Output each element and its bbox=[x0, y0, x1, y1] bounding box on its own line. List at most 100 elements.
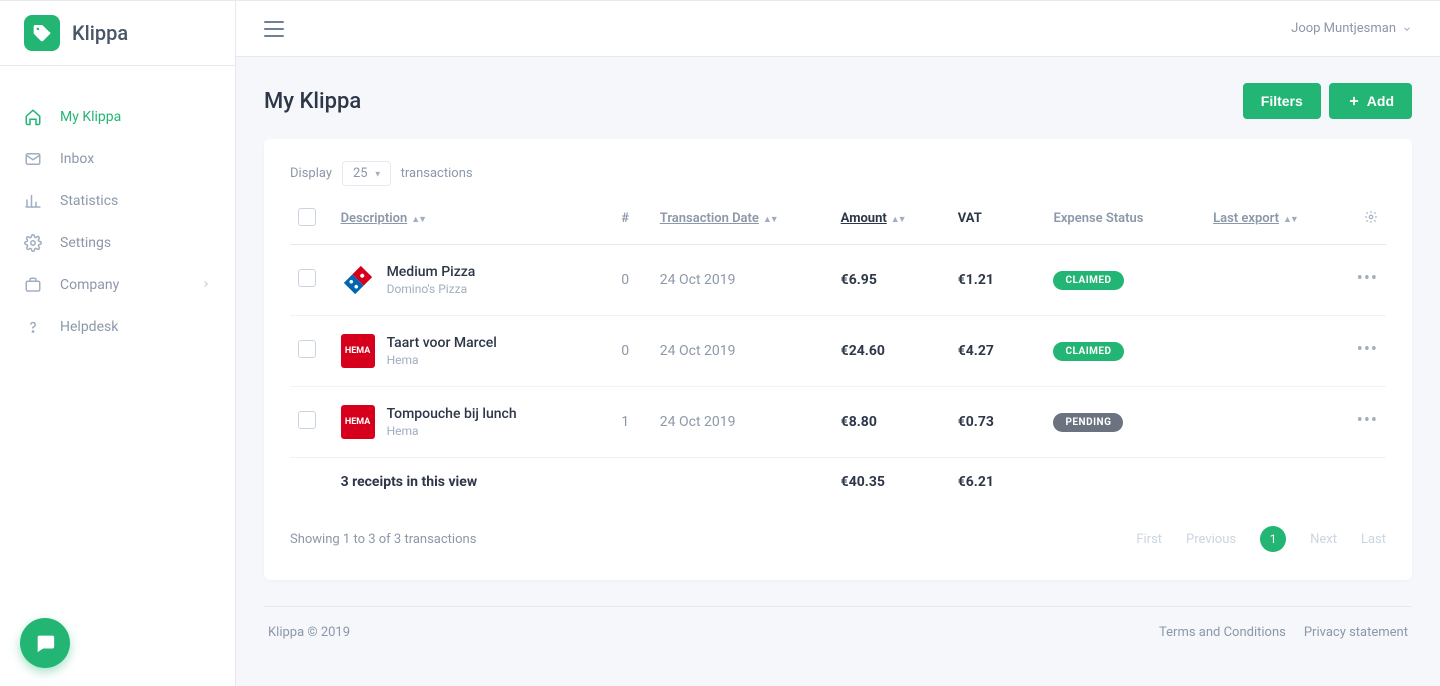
row-title: Taart voor Marcel bbox=[387, 335, 497, 351]
transactions-table: Description▲▼ # Transaction Date▲▼ Amoun… bbox=[290, 200, 1386, 508]
sidebar-item-settings[interactable]: Settings bbox=[0, 222, 235, 264]
row-vat: €1.21 bbox=[950, 245, 1046, 316]
page-last[interactable]: Last bbox=[1361, 532, 1386, 547]
page-next[interactable]: Next bbox=[1310, 532, 1337, 547]
sort-icon: ▲▼ bbox=[411, 214, 425, 225]
col-header-amount[interactable]: Amount▲▼ bbox=[833, 200, 950, 245]
row-date: 24 Oct 2019 bbox=[652, 387, 833, 458]
row-amount: €8.80 bbox=[833, 387, 950, 458]
status-badge: PENDING bbox=[1053, 413, 1123, 432]
sidebar-item-label: Settings bbox=[60, 235, 211, 251]
add-button[interactable]: Add bbox=[1329, 83, 1412, 119]
brand[interactable]: Klippa bbox=[0, 1, 235, 66]
logo-icon bbox=[24, 15, 60, 51]
user-menu[interactable]: Joop Muntjesman bbox=[1291, 21, 1412, 36]
summary-label: 3 receipts in this view bbox=[333, 458, 599, 509]
row-subtitle: Hema bbox=[387, 353, 497, 367]
row-checkbox[interactable] bbox=[298, 411, 316, 429]
row-checkbox[interactable] bbox=[298, 269, 316, 287]
sidebar-item-helpdesk[interactable]: Helpdesk bbox=[0, 306, 235, 348]
page-first[interactable]: First bbox=[1136, 532, 1162, 547]
chevron-right-icon bbox=[201, 277, 211, 293]
col-header-hash: # bbox=[599, 200, 652, 245]
row-actions-menu[interactable]: ••• bbox=[1357, 339, 1378, 360]
terms-link[interactable]: Terms and Conditions bbox=[1159, 625, 1286, 640]
row-subtitle: Hema bbox=[387, 424, 517, 438]
sidebar-item-inbox[interactable]: Inbox bbox=[0, 138, 235, 180]
status-badge: CLAIMED bbox=[1053, 342, 1123, 361]
sort-icon: ▲▼ bbox=[763, 214, 777, 225]
col-header-vat: VAT bbox=[950, 200, 1046, 245]
user-name: Joop Muntjesman bbox=[1291, 21, 1396, 36]
row-actions-menu[interactable]: ••• bbox=[1357, 268, 1378, 289]
plus-icon bbox=[1347, 94, 1361, 108]
home-icon bbox=[24, 108, 42, 126]
row-checkbox[interactable] bbox=[298, 340, 316, 358]
select-all-checkbox[interactable] bbox=[298, 208, 316, 226]
row-subtitle: Domino's Pizza bbox=[387, 282, 476, 296]
sidebar-item-label: Company bbox=[60, 277, 183, 293]
row-amount: €6.95 bbox=[833, 245, 950, 316]
row-vat: €0.73 bbox=[950, 387, 1046, 458]
table-row[interactable]: HEMATaart voor MarcelHema024 Oct 2019€24… bbox=[290, 316, 1386, 387]
sort-icon: ▲▼ bbox=[1283, 214, 1297, 225]
row-hash: 0 bbox=[599, 316, 652, 387]
chevron-down-icon bbox=[1402, 24, 1412, 34]
page-number[interactable]: 1 bbox=[1260, 526, 1286, 552]
sidebar-item-label: My Klippa bbox=[60, 109, 211, 125]
table-row[interactable]: HEMATompouche bij lunchHema124 Oct 2019€… bbox=[290, 387, 1386, 458]
col-header-last-export[interactable]: Last export▲▼ bbox=[1205, 200, 1343, 245]
footer: Klippa © 2019 Terms and Conditions Priva… bbox=[264, 606, 1412, 658]
vendor-logo: HEMA bbox=[341, 405, 375, 439]
sidebar-item-my-klippa[interactable]: My Klippa bbox=[0, 96, 235, 138]
status-badge: CLAIMED bbox=[1053, 271, 1123, 290]
sort-icon: ▲▼ bbox=[891, 214, 905, 225]
nav: My Klippa Inbox Statistics Settings Comp… bbox=[0, 66, 235, 348]
page-size-value: 25 bbox=[353, 166, 368, 181]
filters-button[interactable]: Filters bbox=[1243, 83, 1321, 119]
page-prev[interactable]: Previous bbox=[1186, 532, 1236, 547]
page-size-select[interactable]: 25 bbox=[342, 161, 391, 186]
chat-icon bbox=[34, 632, 56, 654]
gear-icon bbox=[1364, 210, 1378, 224]
add-label: Add bbox=[1367, 93, 1394, 109]
col-header-transaction-date[interactable]: Transaction Date▲▼ bbox=[652, 200, 833, 245]
menu-toggle[interactable] bbox=[264, 21, 284, 37]
topbar: Joop Muntjesman bbox=[236, 1, 1440, 57]
sidebar-item-statistics[interactable]: Statistics bbox=[0, 180, 235, 222]
row-last-export bbox=[1205, 387, 1343, 458]
table-settings[interactable] bbox=[1343, 200, 1386, 245]
sidebar-item-label: Statistics bbox=[60, 193, 211, 209]
content: My Klippa Filters Add Display 25 transac… bbox=[236, 57, 1440, 686]
row-actions-menu[interactable]: ••• bbox=[1357, 410, 1378, 431]
privacy-link[interactable]: Privacy statement bbox=[1304, 625, 1408, 640]
row-title: Tompouche bij lunch bbox=[387, 406, 517, 422]
row-date: 24 Oct 2019 bbox=[652, 316, 833, 387]
filters-label: Filters bbox=[1261, 93, 1303, 109]
question-icon bbox=[24, 318, 42, 336]
display-suffix: transactions bbox=[401, 166, 473, 181]
page-title: My Klippa bbox=[264, 89, 361, 114]
row-last-export bbox=[1205, 316, 1343, 387]
sidebar-item-company[interactable]: Company bbox=[0, 264, 235, 306]
col-header-description[interactable]: Description▲▼ bbox=[333, 200, 599, 245]
display-label: Display bbox=[290, 166, 332, 181]
row-hash: 1 bbox=[599, 387, 652, 458]
row-title: Medium Pizza bbox=[387, 264, 476, 280]
mail-icon bbox=[24, 150, 42, 168]
gear-icon bbox=[24, 234, 42, 252]
showing-text: Showing 1 to 3 of 3 transactions bbox=[290, 532, 476, 547]
chart-icon bbox=[24, 192, 42, 210]
sidebar: Klippa My Klippa Inbox Statistics Settin… bbox=[0, 1, 236, 686]
row-date: 24 Oct 2019 bbox=[652, 245, 833, 316]
col-header-expense-status: Expense Status bbox=[1045, 200, 1205, 245]
table-row[interactable]: Medium PizzaDomino's Pizza024 Oct 2019€6… bbox=[290, 245, 1386, 316]
transactions-card: Display 25 transactions Description▲▼ # … bbox=[264, 139, 1412, 580]
chat-fab[interactable] bbox=[20, 618, 70, 668]
row-vat: €4.27 bbox=[950, 316, 1046, 387]
vendor-logo: HEMA bbox=[341, 334, 375, 368]
main: Joop Muntjesman My Klippa Filters Add Di… bbox=[236, 1, 1440, 686]
sidebar-item-label: Helpdesk bbox=[60, 319, 211, 335]
vendor-logo bbox=[341, 263, 375, 297]
brand-name: Klippa bbox=[72, 21, 128, 45]
